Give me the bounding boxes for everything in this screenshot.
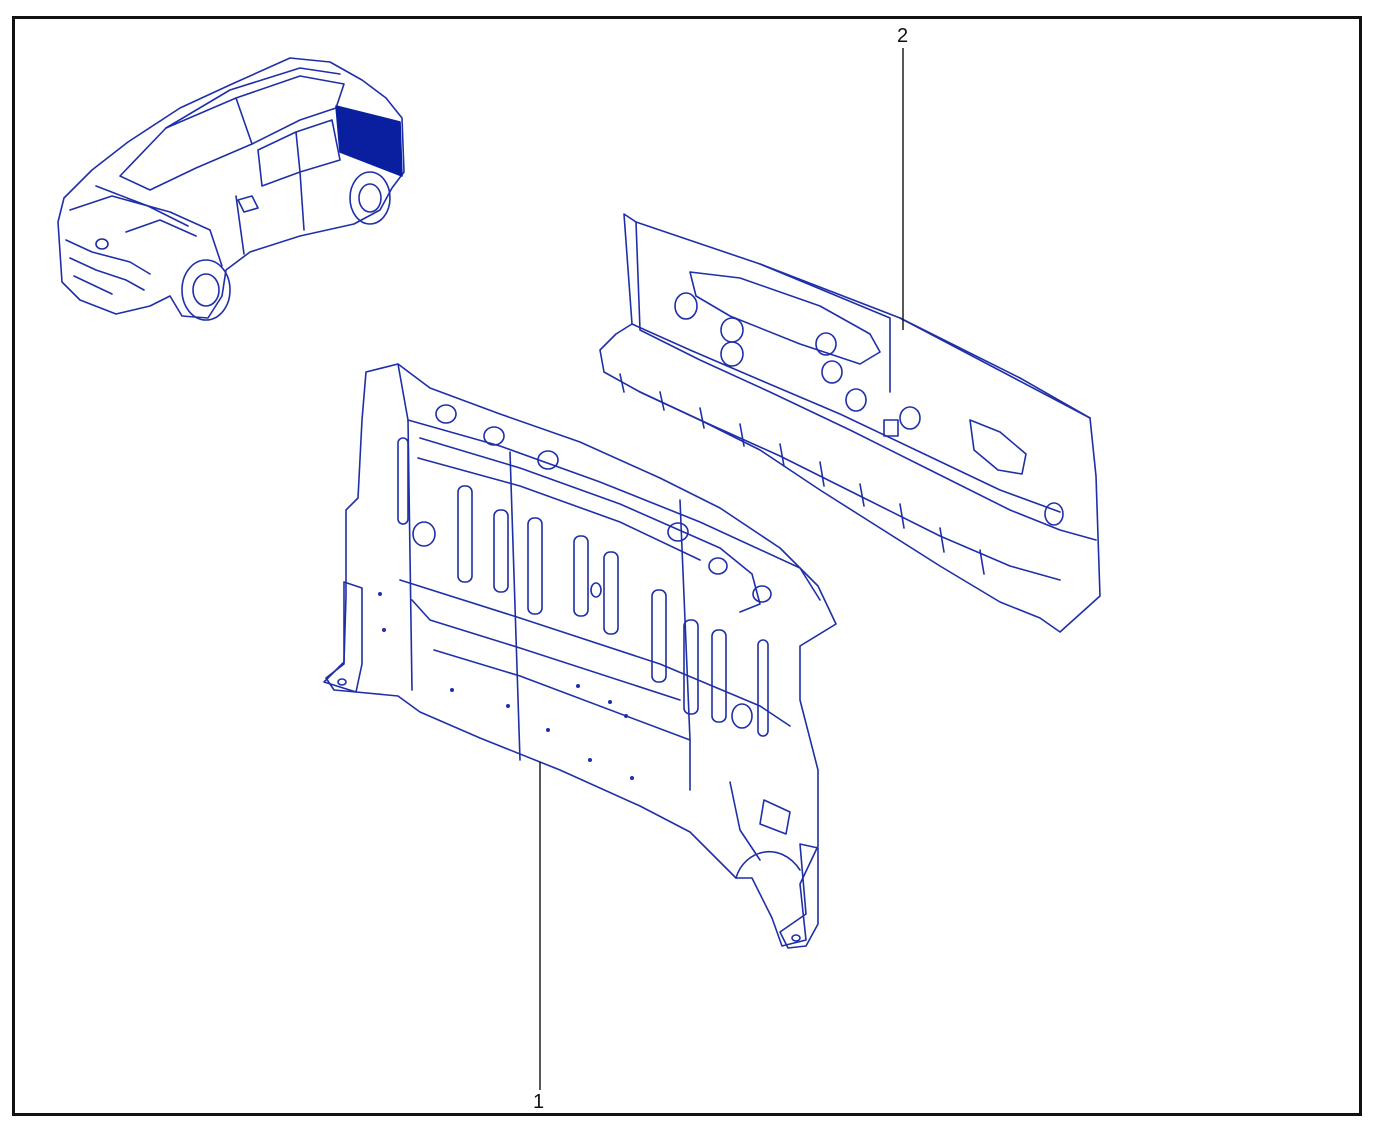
callout-label-1: 1 bbox=[533, 1091, 545, 1113]
part-1-rear-panel bbox=[323, 363, 837, 949]
callout-label-2: 2 bbox=[897, 25, 909, 47]
exploded-parts-diagram bbox=[57, 48, 1101, 1090]
part-2-rear-crossmember bbox=[599, 213, 1101, 633]
vehicle-locator-illustration bbox=[57, 57, 405, 321]
highlighted-rear-panel bbox=[335, 105, 403, 177]
